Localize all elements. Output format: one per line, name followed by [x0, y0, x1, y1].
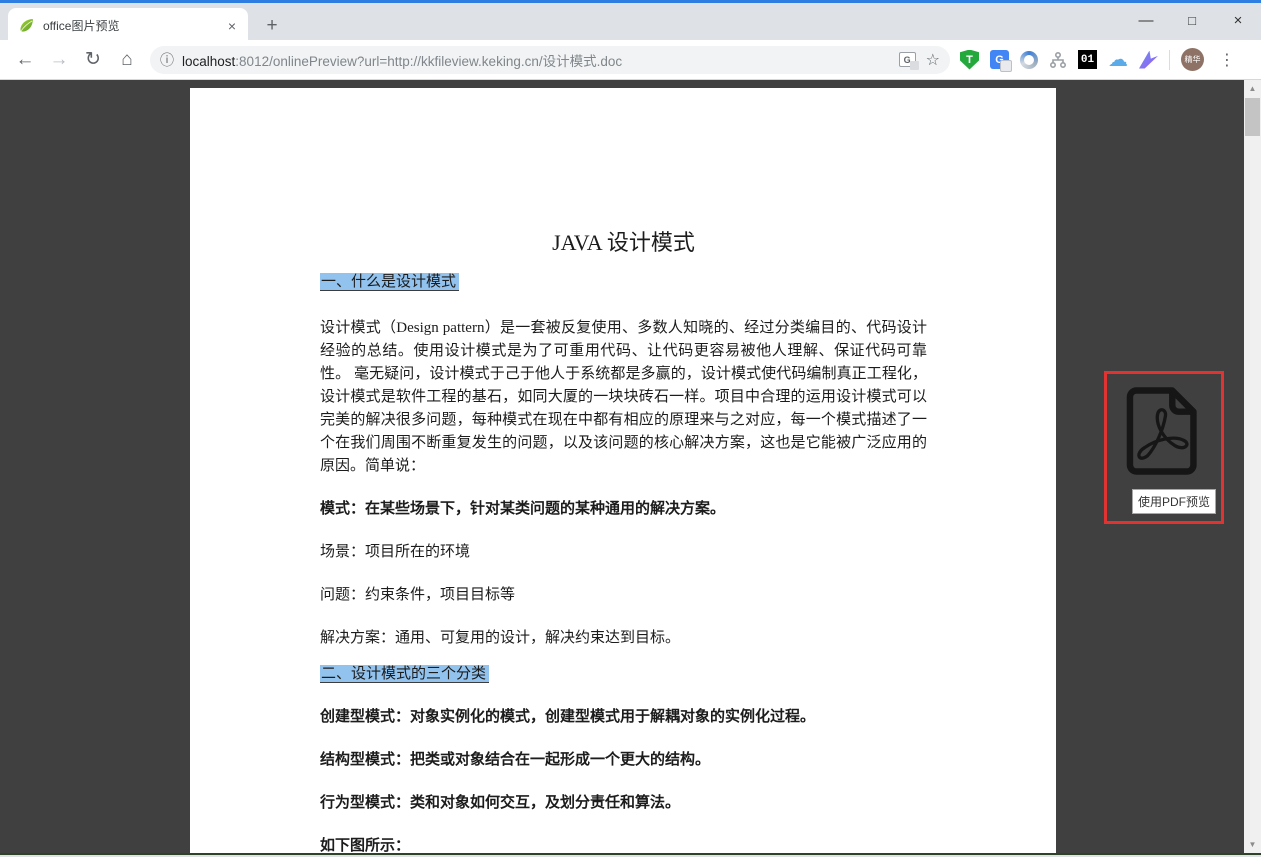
omnibox-actions: G ☆	[899, 50, 940, 70]
url-host: localhost	[182, 54, 235, 69]
bookmark-star-icon[interactable]: ☆	[926, 50, 940, 70]
text-line: 解决方案：通用、可复用的设计，解决约束达到目标。	[320, 627, 927, 650]
shield-extension-icon[interactable]: T	[960, 50, 979, 70]
tab-title: office图片预览	[43, 17, 224, 34]
tab-strip: office图片预览 × + — □ ×	[0, 3, 1261, 40]
binary-extension-icon[interactable]: 01	[1078, 50, 1097, 69]
tab-close-icon[interactable]: ×	[224, 18, 240, 34]
cloud-extension-icon[interactable]: ☁	[1108, 50, 1128, 70]
home-icon[interactable]: ⌂	[112, 45, 142, 75]
bold-line: 如下图所示：	[320, 835, 927, 855]
bold-line: 创建型模式：对象实例化的模式，创建型模式用于解耦对象的实例化过程。	[320, 706, 927, 729]
window-bottom-edge	[0, 853, 1261, 855]
browser-tab[interactable]: office图片预览 ×	[8, 8, 248, 43]
pdf-preview-button[interactable]: 使用PDF预览	[1104, 371, 1224, 524]
ring-extension-icon[interactable]	[1020, 51, 1038, 69]
bold-line: 模式：在某些场景下，针对某类问题的某种通用的解决方案。	[320, 498, 927, 521]
document-page: JAVA 设计模式 一、什么是设计模式 设计模式（Design pattern）…	[190, 88, 1056, 855]
text-line: 场景：项目所在的环境	[320, 541, 927, 564]
scrollbar-thumb[interactable]	[1245, 98, 1260, 136]
close-button[interactable]: ×	[1215, 3, 1261, 37]
minimize-button[interactable]: —	[1123, 3, 1169, 37]
section-heading: 二、设计模式的三个分类	[320, 663, 927, 686]
bold-line: 行为型模式：类和对象如何交互，及划分责任和算法。	[320, 792, 927, 815]
reload-icon[interactable]: ↻	[78, 45, 108, 75]
profile-avatar[interactable]: 精华	[1181, 48, 1204, 71]
menu-kebab-icon[interactable]: ⋮	[1215, 50, 1239, 70]
extensions-area: T G 01 ☁ 精华 ⋮	[956, 48, 1243, 71]
url-path: :8012/onlinePreview?url=http://kkfilevie…	[235, 54, 622, 69]
page-info-icon[interactable]: ⓘ	[160, 50, 174, 70]
vertical-scrollbar[interactable]: ▲ ▼	[1244, 80, 1261, 855]
address-bar[interactable]: ⓘ localhost:8012/onlinePreview?url=http:…	[150, 46, 950, 74]
maximize-button[interactable]: □	[1169, 3, 1215, 37]
back-icon[interactable]: ←	[10, 45, 40, 75]
scroll-up-icon[interactable]: ▲	[1244, 80, 1261, 97]
text-line: 问题：约束条件，项目目标等	[320, 584, 927, 607]
window-controls: — □ ×	[1123, 3, 1261, 39]
toolbar-separator	[1169, 50, 1170, 70]
new-tab-button[interactable]: +	[258, 13, 286, 39]
preview-content-area: JAVA 设计模式 一、什么是设计模式 设计模式（Design pattern）…	[0, 80, 1261, 855]
bold-line: 结构型模式：把类或对象结合在一起形成一个更大的结构。	[320, 749, 927, 772]
bird-extension-icon[interactable]	[1139, 51, 1158, 69]
url-text[interactable]: localhost:8012/onlinePreview?url=http://…	[182, 50, 891, 70]
paragraph: 设计模式（Design pattern）是一套被反复使用、多数人知晓的、经过分类…	[320, 317, 927, 478]
translate-page-icon[interactable]: G	[899, 52, 916, 67]
browser-toolbar: ← → ↻ ⌂ ⓘ localhost:8012/onlinePreview?u…	[0, 40, 1261, 80]
scroll-down-icon[interactable]: ▼	[1244, 836, 1261, 853]
forward-icon: →	[44, 45, 74, 75]
pdf-preview-label: 使用PDF预览	[1132, 489, 1216, 514]
pdf-file-icon	[1122, 385, 1206, 477]
spring-leaf-icon	[18, 17, 35, 34]
section-heading: 一、什么是设计模式	[320, 271, 927, 294]
translate-extension-icon[interactable]: G	[990, 50, 1009, 69]
document-title: JAVA 设计模式	[320, 228, 927, 258]
sitemap-extension-icon[interactable]	[1049, 51, 1067, 69]
